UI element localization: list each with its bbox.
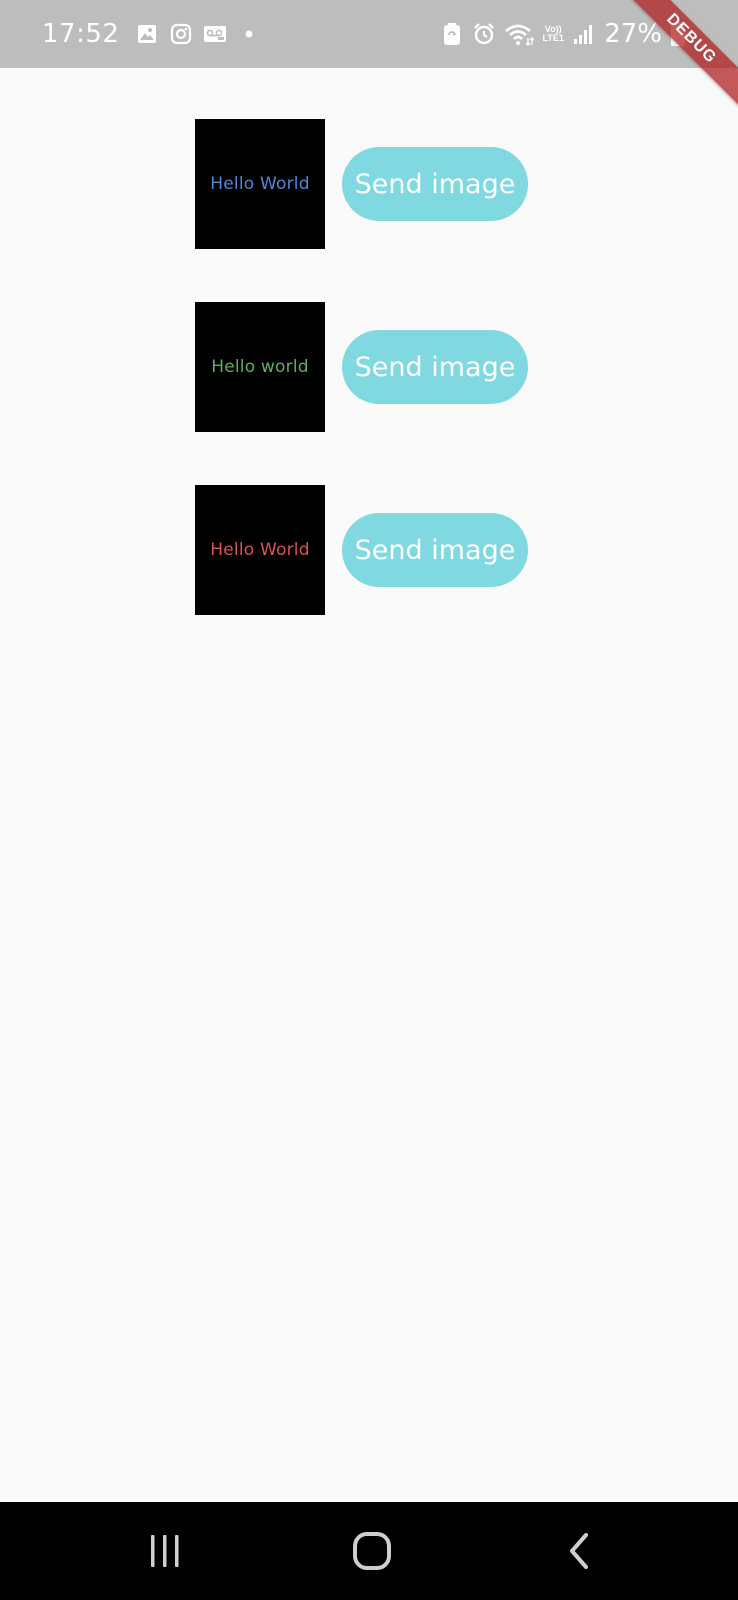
back-icon[interactable] [534, 1502, 624, 1600]
image-preview-1: Hello World [195, 119, 325, 249]
wifi-icon [504, 22, 535, 46]
instagram-icon [169, 22, 193, 46]
recent-apps-icon[interactable] [120, 1502, 210, 1600]
battery-percentage: 27% [604, 19, 662, 49]
gallery-icon [135, 22, 159, 46]
send-image-button-2[interactable]: Send image [342, 330, 528, 404]
image-preview-3: Hello World [195, 485, 325, 615]
status-bar: 17:52 Vo)) LTE1 27% DEBUG [0, 0, 738, 109]
image-row-2: Hello world Send image [195, 302, 528, 432]
image-text-1: Hello World [210, 174, 310, 194]
volte-indicator: Vo)) LTE1 [542, 25, 564, 43]
image-text-2: Hello world [211, 357, 309, 377]
volte-bottom-label: LTE1 [542, 33, 564, 43]
dot-icon [237, 22, 261, 46]
battery-saver-icon [440, 22, 464, 46]
system-nav-bar [0, 1502, 738, 1600]
send-image-button-3[interactable]: Send image [342, 513, 528, 587]
image-text-3: Hello World [210, 540, 310, 560]
image-row-3: Hello World Send image [195, 485, 528, 615]
voicemail-icon [203, 22, 227, 46]
signal-icon [572, 22, 596, 46]
clock: 17:52 [42, 19, 120, 49]
send-image-button-1[interactable]: Send image [342, 147, 528, 221]
home-icon[interactable] [327, 1502, 417, 1600]
alarm-icon [472, 22, 496, 46]
image-row-1: Hello World Send image [195, 119, 528, 249]
status-left: 17:52 [42, 0, 261, 68]
image-preview-2: Hello world [195, 302, 325, 432]
